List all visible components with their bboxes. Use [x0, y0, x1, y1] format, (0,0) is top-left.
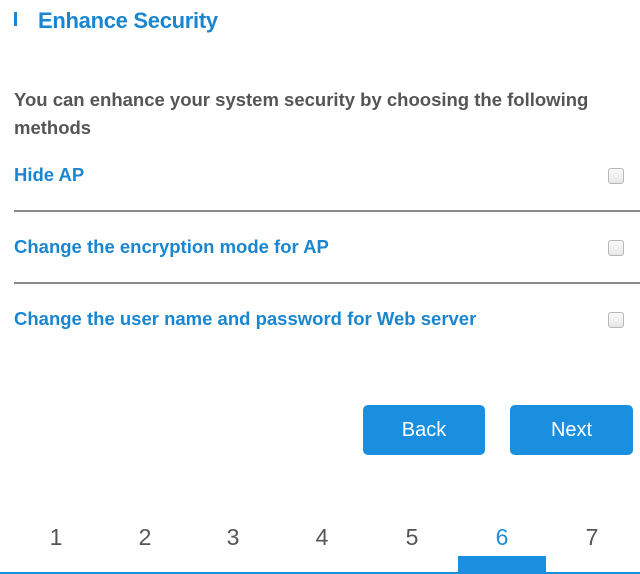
option-row-encryption-mode[interactable]: Change the encryption mode for AP [14, 226, 640, 270]
step-indicator: 1 2 3 4 5 6 7 [0, 520, 640, 574]
next-button[interactable]: Next [510, 405, 633, 455]
option-label-encryption-mode: Change the encryption mode for AP [14, 236, 329, 257]
option-label-web-credentials: Change the user name and password for We… [14, 308, 477, 329]
step-3: 3 [226, 524, 240, 550]
option-row-web-credentials[interactable]: Change the user name and password for We… [14, 298, 640, 342]
hide-ap-checkbox[interactable] [608, 168, 624, 184]
step-1: 1 [49, 524, 63, 550]
web-credentials-checkbox[interactable] [608, 312, 624, 328]
step-4: 4 [315, 524, 329, 550]
title-marker [14, 12, 17, 26]
step-6-current: 6 [495, 524, 509, 550]
step-2: 2 [138, 524, 152, 550]
divider [14, 282, 640, 284]
option-row-hide-ap[interactable]: Hide AP [14, 154, 640, 198]
page-title: Enhance Security [38, 8, 218, 33]
step-7: 7 [585, 524, 599, 550]
step-5: 5 [405, 524, 419, 550]
divider [14, 210, 640, 212]
option-label-hide-ap: Hide AP [14, 164, 85, 185]
enhance-security-page: Enhance Security You can enhance your sy… [0, 0, 640, 574]
encryption-mode-checkbox[interactable] [608, 240, 624, 256]
back-button[interactable]: Back [363, 405, 485, 455]
description-text: You can enhance your system security by … [14, 89, 589, 138]
